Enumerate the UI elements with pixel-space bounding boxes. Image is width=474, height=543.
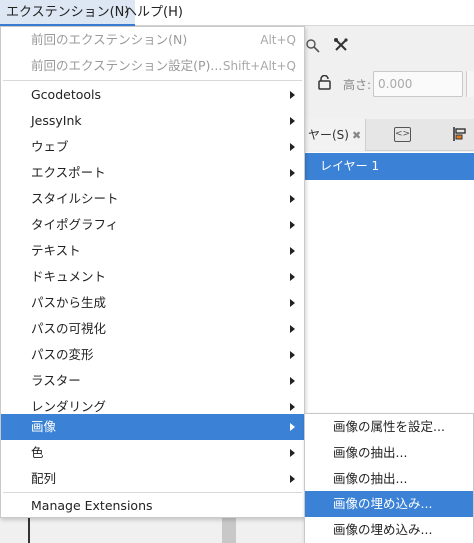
submenu-arrow-icon <box>290 143 295 151</box>
menu-item-label: Gcodetools <box>31 87 102 102</box>
submenu-arrow-icon <box>290 195 295 203</box>
menu-item-text[interactable]: テキスト <box>1 238 304 264</box>
menu-item-stylesheet[interactable]: スタイルシート <box>1 186 304 212</box>
menu-item-web[interactable]: ウェブ <box>1 134 304 160</box>
menubar: エクステンション(N) ヘルプ(H) <box>0 0 474 26</box>
submenu-arrow-icon <box>290 351 295 359</box>
menu-item-label: パスから生成 <box>31 295 107 310</box>
menu-item-jessyink[interactable]: JessyInk <box>1 108 304 134</box>
menu-item-color[interactable]: 色 <box>1 440 304 466</box>
submenu-arrow-icon <box>290 299 295 307</box>
menu-item-label: 前回のエクステンション(N) <box>31 32 188 47</box>
menubar-extensions[interactable]: エクステンション(N) <box>0 0 136 26</box>
tab-layers-label: ヤー(S) <box>308 128 349 142</box>
submenu-arrow-icon <box>290 423 295 431</box>
close-icon[interactable]: ✖ <box>352 129 361 142</box>
submenu-item-set-image-attributes[interactable]: 画像の属性を設定... <box>305 414 473 440</box>
zoom-icon[interactable] <box>306 38 320 57</box>
menu-item-previous-extension[interactable]: 前回のエクステンション(N) Alt+Q <box>1 27 304 53</box>
extensions-menu: 前回のエクステンション(N) Alt+Q 前回のエクステンション設定(P)...… <box>0 26 305 518</box>
menu-item-document[interactable]: ドキュメント <box>1 264 304 290</box>
dock-tabbar: ヤー(S) ✖ <box>304 119 474 151</box>
menu-item-label: ウェブ <box>31 139 69 154</box>
submenu-arrow-icon <box>290 91 295 99</box>
menu-item-label: タイポグラフィ <box>31 217 119 232</box>
submenu-arrow-icon <box>290 377 295 385</box>
menu-item-label: 色 <box>31 445 44 460</box>
submenu-arrow-icon <box>290 273 295 281</box>
menu-separator <box>3 80 302 81</box>
menu-item-shortcut: Shift+Alt+Q <box>222 59 296 73</box>
menu-item-modify-path[interactable]: パスの変形 <box>1 342 304 368</box>
menu-item-gcodetools[interactable]: Gcodetools <box>1 82 304 108</box>
submenu-arrow-icon <box>290 169 295 177</box>
height-label: 高さ: <box>343 78 372 92</box>
menu-item-previous-extension-settings[interactable]: 前回のエクステンション設定(P)... Shift+Alt+Q <box>1 53 304 79</box>
xml-editor-icon[interactable]: <> <box>394 127 411 142</box>
menu-item-label: スタイルシート <box>31 191 119 206</box>
menu-item-export[interactable]: エクスポート <box>1 160 304 186</box>
submenu-item-extract-image[interactable]: 画像の抽出... <box>305 466 473 492</box>
submenu-arrow-icon <box>290 403 295 411</box>
menu-item-label: テキスト <box>31 243 81 258</box>
menu-item-visualize-path[interactable]: パスの可視化 <box>1 316 304 342</box>
menu-item-label: JessyInk <box>31 113 82 128</box>
layer-row[interactable]: レイヤー 1 <box>304 153 474 180</box>
submenu-arrow-icon <box>290 325 295 333</box>
submenu-arrow-icon <box>290 117 295 125</box>
submenu-item-extract-image[interactable]: 画像の抽出... <box>305 440 473 466</box>
submenu-arrow-icon <box>290 221 295 229</box>
menu-item-label: Manage Extensions <box>31 498 153 513</box>
menu-item-label: ドキュメント <box>31 269 107 284</box>
menu-item-label: 画像 <box>31 419 57 434</box>
menu-item-generate-from-path[interactable]: パスから生成 <box>1 290 304 316</box>
submenu-item-embed-images[interactable]: 画像の埋め込み... <box>305 491 473 517</box>
lock-icon[interactable] <box>318 74 331 94</box>
tools-icon[interactable] <box>333 37 349 57</box>
menu-item-label: レンダリング <box>31 399 107 414</box>
menu-item-shortcut: Alt+Q <box>260 33 296 47</box>
menu-item-label: パスの変形 <box>31 347 94 362</box>
tab-layers[interactable]: ヤー(S) ✖ <box>304 119 366 151</box>
images-submenu: 画像の属性を設定... 画像の抽出... 画像の抽出... 画像の埋め込み...… <box>304 413 474 543</box>
menu-item-label: 配列 <box>31 471 57 486</box>
submenu-arrow-icon <box>290 475 295 483</box>
menu-item-label: ラスター <box>31 373 81 388</box>
menu-item-label: パスの可視化 <box>31 321 107 336</box>
menu-item-typography[interactable]: タイポグラフィ <box>1 212 304 238</box>
submenu-arrow-icon <box>290 247 295 255</box>
menu-item-images[interactable]: 画像 <box>1 414 304 440</box>
menu-item-label: 前回のエクステンション設定(P)... <box>31 58 223 73</box>
menubar-help[interactable]: ヘルプ(H) <box>118 0 189 26</box>
input-spinner[interactable] <box>466 71 474 97</box>
height-input[interactable]: 0.000 <box>373 71 463 97</box>
submenu-item-embed-images[interactable]: 画像の埋め込み... <box>305 517 473 543</box>
menu-item-label: エクスポート <box>31 165 106 180</box>
menu-item-raster[interactable]: ラスター <box>1 368 304 394</box>
submenu-arrow-icon <box>290 449 295 457</box>
menu-item-arrange[interactable]: 配列 <box>1 466 304 492</box>
menu-item-manage-extensions[interactable]: Manage Extensions <box>1 493 304 519</box>
align-icon[interactable] <box>452 126 468 146</box>
